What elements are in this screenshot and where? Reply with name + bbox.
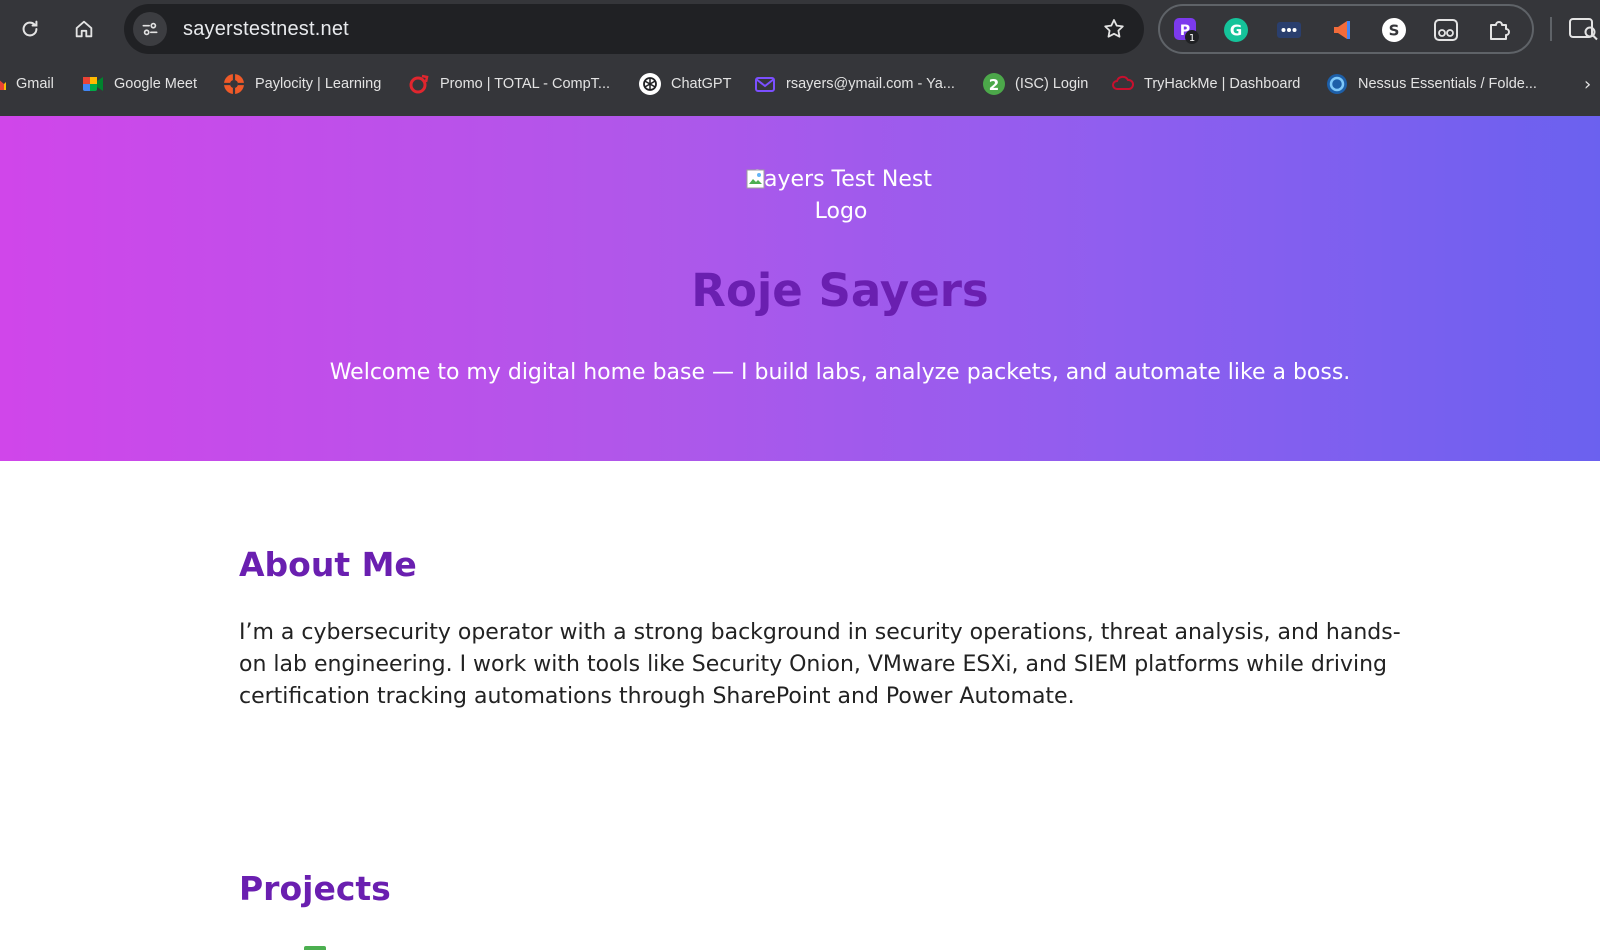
bookmark-paylocity[interactable]: Paylocity | Learning	[223, 66, 381, 102]
bookmark-nessus[interactable]: Nessus Essentials / Folde...	[1326, 66, 1537, 102]
grammarly-icon: G	[1224, 18, 1248, 42]
site-info-button[interactable]	[133, 12, 167, 46]
google-meet-icon	[82, 73, 104, 95]
s-logo-icon: S	[1382, 18, 1406, 42]
promo-icon	[408, 73, 430, 95]
bookmark-star-icon[interactable]	[1102, 17, 1126, 41]
bookmark-gmail[interactable]: Gmail	[0, 66, 54, 102]
bookmarks-overflow-chevron-icon[interactable]: ›	[1584, 74, 1591, 95]
tune-icon	[142, 22, 158, 36]
bookmark-label: ChatGPT	[671, 76, 732, 92]
browser-toolbar: sayerstestnest.net P1 G S	[0, 0, 1600, 58]
tab-search-icon[interactable]	[1568, 16, 1600, 42]
extension-proton-pass[interactable]: P1	[1172, 16, 1200, 44]
bookmark-label: Promo | TOTAL - CompT...	[440, 76, 611, 92]
logo-alt-text: Sayers Test Nest Logo	[750, 167, 932, 224]
extensions-group: P1 G S	[1158, 4, 1534, 54]
megaphone-icon	[1334, 21, 1350, 39]
bookmark-label: Nessus Essentials / Folde...	[1358, 76, 1537, 92]
bookmark-chatgpt[interactable]: ChatGPT	[639, 66, 731, 102]
extensions-menu-button[interactable]	[1486, 16, 1514, 44]
glasses-icon	[1434, 19, 1458, 41]
hero-tagline: Welcome to my digital home base — I buil…	[329, 360, 1351, 385]
tryhackme-icon	[1112, 73, 1134, 95]
mail-icon	[754, 73, 776, 95]
paylocity-icon	[223, 73, 245, 95]
reload-button[interactable]	[13, 12, 47, 46]
bookmark-label: TryHackMe | Dashboard	[1144, 76, 1301, 92]
extension-reader[interactable]	[1432, 16, 1460, 44]
home-icon	[75, 20, 93, 38]
puzzle-icon	[1490, 21, 1510, 40]
bookmark-label: rsayers@ymail.com - Ya...	[786, 76, 955, 92]
broken-image-icon	[746, 169, 765, 189]
bookmark-label: Google Meet	[114, 76, 198, 92]
extension-grammarly[interactable]: G	[1222, 16, 1250, 44]
svg-text:2: 2	[989, 76, 999, 94]
project-icon-peek	[304, 946, 326, 950]
svg-text:G: G	[1230, 22, 1242, 40]
about-heading: About Me	[239, 545, 417, 584]
site-logo: Sayers Test Nest Logo	[746, 164, 936, 228]
bookmark-label: (ISC) Login	[1015, 76, 1089, 92]
svg-text:S: S	[1389, 22, 1400, 40]
url-text[interactable]: sayerstestnest.net	[183, 18, 349, 41]
bookmark-tryhackme[interactable]: TryHackMe | Dashboard	[1112, 66, 1300, 102]
toolbar-divider	[1550, 17, 1552, 41]
bookmark-label: Paylocity | Learning	[255, 76, 382, 92]
extension-password-manager[interactable]	[1275, 16, 1303, 44]
bookmark-google-meet[interactable]: Google Meet	[82, 66, 197, 102]
home-button[interactable]	[67, 12, 101, 46]
bookmark-isc-login[interactable]: 2 (ISC) Login	[983, 66, 1088, 102]
proton-pass-icon: P1	[1174, 18, 1199, 44]
bookmark-promo[interactable]: Promo | TOTAL - CompT...	[408, 66, 610, 102]
address-bar[interactable]: sayerstestnest.net	[124, 4, 1144, 54]
extension-s-logo[interactable]: S	[1380, 16, 1408, 44]
about-text: I’m a cybersecurity operator with a stro…	[239, 620, 1401, 709]
projects-heading: Projects	[239, 869, 391, 908]
bookmark-label: Gmail	[16, 76, 54, 92]
extension-badge: 1	[1189, 33, 1195, 44]
hero-banner: Sayers Test Nest Logo Roje Sayers Welcom…	[0, 116, 1600, 461]
page-title: Roje Sayers	[691, 264, 989, 317]
browser-chrome: sayerstestnest.net P1 G S Gmail Google M…	[0, 0, 1600, 116]
gmail-icon	[0, 73, 6, 95]
nessus-icon	[1326, 73, 1348, 95]
reload-icon	[22, 20, 38, 37]
extension-megaphone[interactable]	[1328, 16, 1356, 44]
bookmarks-bar: Gmail Google Meet Paylocity | Learning P…	[0, 66, 1600, 102]
isc2-icon: 2	[983, 73, 1005, 95]
dots-icon	[1277, 22, 1301, 38]
chatgpt-icon	[639, 73, 661, 95]
bookmark-ymail[interactable]: rsayers@ymail.com - Ya...	[754, 66, 955, 102]
